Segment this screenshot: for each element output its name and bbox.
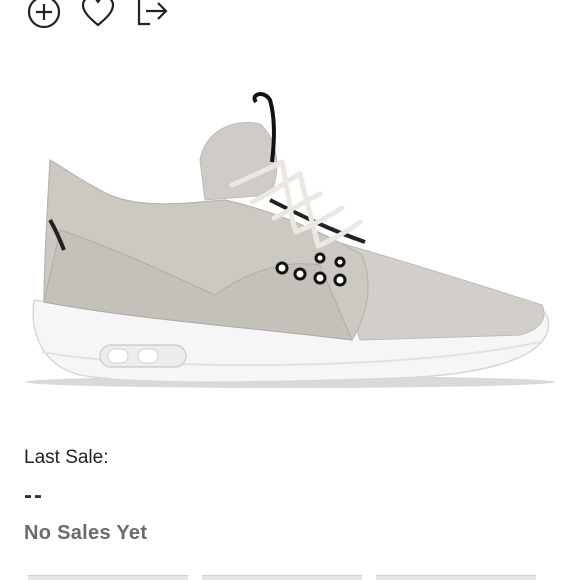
sales-status-text: No Sales Yet <box>24 522 148 544</box>
bottom-tab-1[interactable] <box>28 575 188 580</box>
bottom-tab-3[interactable] <box>376 575 536 580</box>
bottom-tab-2[interactable] <box>202 575 362 580</box>
last-sale-label: Last Sale: <box>24 447 109 468</box>
bottom-tab-bar <box>0 575 580 580</box>
share-icon <box>137 0 168 26</box>
add-button[interactable] <box>26 0 62 30</box>
favorite-button[interactable] <box>80 0 116 30</box>
add-circle-icon <box>27 0 61 29</box>
last-sale-value: -- <box>24 482 44 509</box>
sneaker-image <box>25 92 555 388</box>
action-bar <box>26 0 170 30</box>
share-button[interactable] <box>134 0 170 30</box>
product-page: Last Sale: -- No Sales Yet <box>0 0 580 580</box>
heart-icon <box>81 0 115 27</box>
